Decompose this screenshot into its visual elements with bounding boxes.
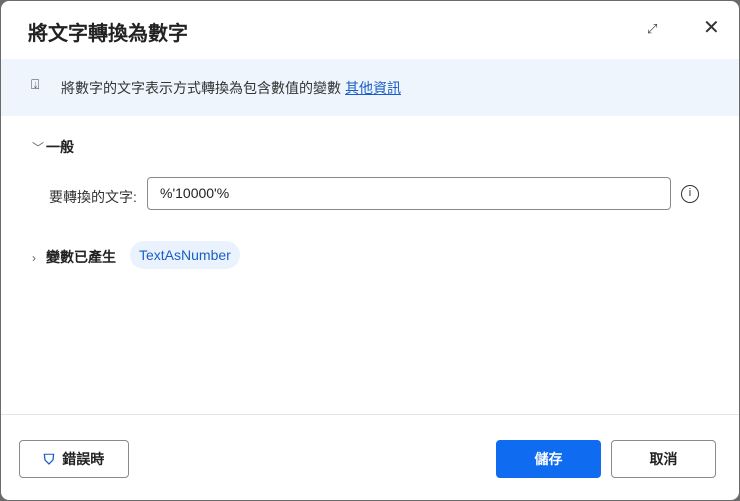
section-variables-label: 變數已產生 bbox=[46, 249, 116, 265]
close-icon[interactable]: ✕ bbox=[703, 15, 720, 40]
variable-chip[interactable]: TextAsNumber bbox=[130, 241, 240, 269]
info-icon[interactable]: i bbox=[681, 185, 699, 203]
shield-icon: ⛉ bbox=[43, 450, 55, 467]
dialog-title: 將文字轉換為數字 bbox=[28, 23, 188, 45]
dialog: 將文字轉換為數字 ⤢ ✕ ⍗ 將數字的文字表示方式轉換為包含數值的變數 其他資訊 … bbox=[1, 1, 739, 500]
info-banner: ⍗ 將數字的文字表示方式轉換為包含數值的變數 其他資訊 bbox=[1, 59, 739, 116]
section-variables[interactable]: › 變數已產生 bbox=[32, 247, 116, 267]
info-text: 將數字的文字表示方式轉換為包含數值的變數 bbox=[61, 80, 341, 96]
cancel-button[interactable]: 取消 bbox=[611, 440, 716, 478]
action-icon: ⍗ bbox=[31, 76, 40, 92]
more-info-link[interactable]: 其他資訊 bbox=[345, 80, 401, 96]
expand-icon[interactable]: ⤢ bbox=[647, 21, 657, 37]
section-general-label: 一般 bbox=[46, 139, 74, 155]
chevron-right-icon: › bbox=[32, 251, 36, 265]
text-to-convert-input[interactable]: %'10000'% bbox=[147, 177, 671, 210]
on-error-label: 錯誤時 bbox=[62, 451, 105, 467]
save-button[interactable]: 儲存 bbox=[496, 440, 601, 478]
section-general[interactable]: ﹀ 一般 bbox=[32, 137, 74, 157]
field-label: 要轉換的文字: bbox=[49, 189, 137, 205]
on-error-button[interactable]: ⛉ 錯誤時 bbox=[19, 440, 129, 478]
footer-divider bbox=[1, 414, 739, 415]
chevron-down-icon: ﹀ bbox=[32, 141, 45, 155]
